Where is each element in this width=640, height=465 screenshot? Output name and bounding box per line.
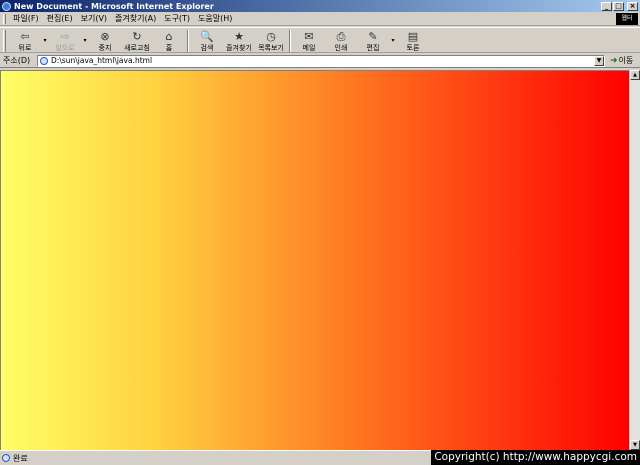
brand-throbber: 웹터 <box>616 13 638 25</box>
search-icon: 🔍 <box>200 30 214 43</box>
edit-button[interactable]: ✎ 편집 <box>357 28 389 53</box>
menu-favorites[interactable]: 즐겨찾기(A) <box>111 13 160 24</box>
refresh-label: 새로고침 <box>124 44 150 52</box>
forward-button[interactable]: ⇨ 앞으로 <box>49 28 81 53</box>
mail-icon: ✉ <box>304 30 314 43</box>
back-button[interactable]: ⇦ 뒤로 <box>9 28 41 53</box>
discuss-label: 토론 <box>406 44 420 52</box>
standard-toolbar: ⇦ 뒤로 ▾ ⇨ 앞으로 ▾ ⊗ 중지 ↻ 새로고침 ⌂ 홈 🔍 검색 ★ 즐겨… <box>0 27 640 53</box>
print-label: 인쇄 <box>334 44 348 52</box>
print-icon: ⎙ <box>336 29 346 43</box>
favorites-icon: ★ <box>234 30 244 43</box>
refresh-button[interactable]: ↻ 새로고침 <box>121 28 153 53</box>
menu-bar: 파일(F) 편집(E) 보기(V) 즐겨찾기(A) 도구(T) 도움말(H) 웹… <box>0 12 640 26</box>
back-arrow-icon: ⇦ <box>20 30 30 43</box>
forward-dropdown-button[interactable]: ▾ <box>81 28 89 44</box>
vertical-scrollbar[interactable]: ▲ ▼ <box>629 70 640 450</box>
favorites-label: 즐겨찾기 <box>226 44 252 52</box>
address-label: 주소(D) <box>3 56 31 65</box>
toolbar-grip <box>3 30 6 52</box>
status-page-icon <box>2 454 10 462</box>
menu-view[interactable]: 보기(V) <box>77 13 111 24</box>
forward-label: 앞으로 <box>55 44 75 52</box>
edit-icon: ✎ <box>368 30 378 43</box>
window-title: New Document - Microsoft Internet Explor… <box>14 1 214 11</box>
back-label: 뒤로 <box>18 44 32 52</box>
address-dropdown-button[interactable]: ▼ <box>594 55 604 66</box>
minimize-button[interactable]: _ <box>601 1 612 11</box>
go-label: 이동 <box>618 56 634 65</box>
title-bar: New Document - Microsoft Internet Explor… <box>0 0 640 12</box>
mail-label: 메일 <box>302 44 316 52</box>
page-icon <box>40 56 48 65</box>
menu-help[interactable]: 도움말(H) <box>194 13 236 24</box>
scroll-up-button[interactable]: ▲ <box>630 70 640 80</box>
stop-button[interactable]: ⊗ 중지 <box>89 28 121 53</box>
maximize-button[interactable]: □ <box>613 1 624 11</box>
print-button[interactable]: ⎙ 인쇄 <box>325 28 357 53</box>
stop-label: 중지 <box>98 44 112 52</box>
menu-tools[interactable]: 도구(T) <box>160 13 194 24</box>
home-icon: ⌂ <box>165 30 173 43</box>
toolbar-separator <box>187 30 189 52</box>
menu-grip <box>3 13 6 24</box>
menu-edit[interactable]: 편집(E) <box>43 13 77 24</box>
search-label: 검색 <box>200 44 214 52</box>
toolbar-separator <box>289 30 291 52</box>
refresh-icon: ↻ <box>132 30 142 43</box>
history-icon: ◷ <box>266 30 276 43</box>
back-dropdown-button[interactable]: ▾ <box>41 28 49 44</box>
status-text: 완료 <box>13 453 28 463</box>
go-button[interactable]: ➜ 이동 <box>610 55 633 66</box>
home-button[interactable]: ⌂ 홈 <box>153 28 185 53</box>
edit-label: 편집 <box>366 44 380 52</box>
page-content-gradient <box>0 70 629 450</box>
edit-dropdown-button[interactable]: ▾ <box>389 28 397 44</box>
address-input[interactable]: D:\sun\java_html\java.html ▼ <box>37 54 605 67</box>
history-label: 목록보기 <box>258 44 284 52</box>
go-arrow-icon: ➜ <box>610 55 618 66</box>
home-label: 홈 <box>165 44 173 52</box>
close-button[interactable]: × <box>627 1 638 11</box>
address-bar: 주소(D) D:\sun\java_html\java.html ▼ ➜ 이동 <box>0 54 640 68</box>
discuss-button[interactable]: ▤ 토론 <box>397 28 429 53</box>
menu-file[interactable]: 파일(F) <box>9 13 43 24</box>
history-button[interactable]: ◷ 목록보기 <box>255 28 287 53</box>
forward-arrow-icon: ⇨ <box>60 30 70 43</box>
address-value[interactable]: D:\sun\java_html\java.html <box>51 56 152 65</box>
favorites-button[interactable]: ★ 즐겨찾기 <box>223 28 255 53</box>
copyright-banner: Copyright(c) http://www.happycgi.com <box>431 450 640 465</box>
discuss-icon: ▤ <box>407 30 419 43</box>
search-button[interactable]: 🔍 검색 <box>191 28 223 53</box>
mail-button[interactable]: ✉ 메일 <box>293 28 325 53</box>
stop-icon: ⊗ <box>100 30 110 43</box>
ie-logo-icon <box>2 1 11 11</box>
scroll-down-button[interactable]: ▼ <box>630 440 640 450</box>
